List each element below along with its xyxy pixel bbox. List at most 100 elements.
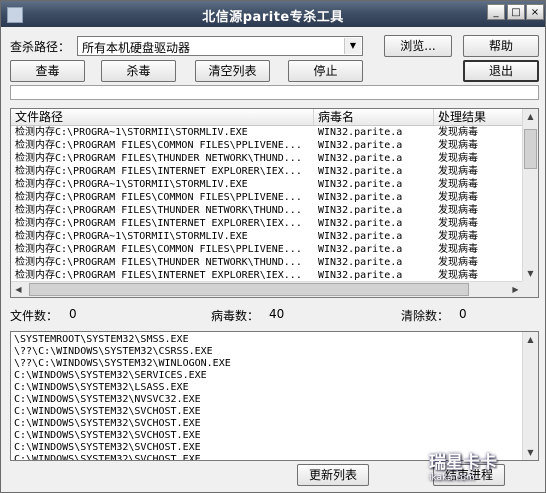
scan-progress-bar xyxy=(10,85,539,100)
title-bar[interactable]: 北信源parite专杀工具 _ □ × xyxy=(1,1,545,27)
virus-name-cell: WIN32.parite.a xyxy=(318,166,403,177)
process-list[interactable]: \SYSTEMROOT\SYSTEM32\SMSS.EXE \??\C:\WIND… xyxy=(10,331,539,461)
help-button[interactable]: 帮助 xyxy=(463,35,539,57)
table-row[interactable]: 检测内存C:\PROGRAM FILES\COMMON FILES\PPLIVE… xyxy=(11,139,523,152)
table-row[interactable]: 检测内存C:\PROGRAM FILES\THUNDER NETWORK\THU… xyxy=(11,152,523,165)
stop-button[interactable]: 停止 xyxy=(288,60,363,82)
file-path-cell: 检测内存C:\PROGRAM FILES\THUNDER NETWORK\THU… xyxy=(15,205,302,216)
scan-button[interactable]: 查毒 xyxy=(10,60,85,82)
result-cell: 发现病毒 xyxy=(438,179,478,190)
virus-count-value: 40 xyxy=(269,307,285,321)
watermark-url: ikaka.com xyxy=(429,473,475,483)
virus-name-cell: WIN32.parite.a xyxy=(318,127,403,138)
exit-button[interactable]: 退出 xyxy=(463,60,539,82)
clear-list-button[interactable]: 清空列表 xyxy=(195,60,270,82)
results-vertical-thumb[interactable] xyxy=(524,129,537,169)
table-row[interactable]: 检测内存C:\PROGRA~1\STORMII\STORMLIV.EXE WIN3… xyxy=(11,178,523,191)
result-cell: 发现病毒 xyxy=(438,218,478,229)
file-path-cell: 检测内存C:\PROGRAM FILES\COMMON FILES\PPLIVE… xyxy=(15,192,302,203)
list-item[interactable]: C:\WINDOWS\SYSTEM32\SERVICES.EXE xyxy=(14,370,231,382)
list-item[interactable]: C:\WINDOWS\SYSTEM32\NVSVC32.EXE xyxy=(14,394,231,406)
result-cell: 发现病毒 xyxy=(438,127,478,138)
file-path-cell: 检测内存C:\PROGRA~1\STORMII\STORMLIV.EXE xyxy=(15,127,248,138)
scan-path-label: 查杀路径： xyxy=(10,40,71,54)
virus-name-cell: WIN32.parite.a xyxy=(318,140,403,151)
virus-name-cell: WIN32.parite.a xyxy=(318,205,403,216)
cleaned-count-label: 清除数： xyxy=(401,309,450,323)
scroll-down-icon[interactable]: ▼ xyxy=(523,266,538,281)
virus-name-cell: WIN32.parite.a xyxy=(318,244,403,255)
result-cell: 发现病毒 xyxy=(438,140,478,151)
results-vertical-scrollbar[interactable]: ▲ ▼ xyxy=(522,109,538,281)
file-path-cell: 检测内存C:\PROGRAM FILES\THUNDER NETWORK\THU… xyxy=(15,257,302,268)
list-item[interactable]: \??\C:\WINDOWS\SYSTEM32\WINLOGON.EXE xyxy=(14,358,231,370)
maximize-button[interactable]: □ xyxy=(507,4,525,20)
file-path-cell: 检测内存C:\PROGRAM FILES\COMMON FILES\PPLIVE… xyxy=(15,140,302,151)
browse-button[interactable]: 浏览... xyxy=(384,35,452,57)
table-row[interactable]: 检测内存C:\PROGRA~1\STORMII\STORMLIV.EXE WIN3… xyxy=(11,126,523,139)
virus-name-cell: WIN32.parite.a xyxy=(318,231,403,242)
table-row[interactable]: 检测内存C:\PROGRAM FILES\INTERNET EXPLORER\I… xyxy=(11,165,523,178)
result-cell: 发现病毒 xyxy=(438,205,478,216)
scroll-up-icon[interactable]: ▲ xyxy=(523,332,538,347)
result-cell: 发现病毒 xyxy=(438,231,478,242)
virus-count-label: 病毒数： xyxy=(211,309,260,323)
kill-button[interactable]: 杀毒 xyxy=(101,60,176,82)
app-window: 北信源parite专杀工具 _ □ × 查杀路径： 所有本机硬盘驱动器 ▼ 浏览… xyxy=(0,0,546,493)
list-item[interactable]: C:\WINDOWS\SYSTEM32\SVCHOST.EXE xyxy=(14,430,231,442)
list-item[interactable]: C:\WINDOWS\SYSTEM32\SVCHOST.EXE xyxy=(14,406,231,418)
table-row[interactable]: 检测内存C:\PROGRAM FILES\COMMON FILES\PPLIVE… xyxy=(11,243,523,256)
result-cell: 发现病毒 xyxy=(438,257,478,268)
table-row[interactable]: 检测内存C:\PROGRA~1\STORMII\STORMLIV.EXE WIN3… xyxy=(11,230,523,243)
table-row[interactable]: 检测内存C:\PROGRAM FILES\THUNDER NETWORK\THU… xyxy=(11,204,523,217)
result-cell: 发现病毒 xyxy=(438,166,478,177)
file-path-cell: 检测内存C:\PROGRAM FILES\COMMON FILES\PPLIVE… xyxy=(15,244,302,255)
process-rows: \SYSTEMROOT\SYSTEM32\SMSS.EXE \??\C:\WIND… xyxy=(14,334,231,460)
results-horizontal-scrollbar[interactable]: ◀ ▶ xyxy=(11,281,523,297)
scan-path-dropdown[interactable]: 所有本机硬盘驱动器 ▼ xyxy=(77,36,363,56)
minimize-button[interactable]: _ xyxy=(487,4,505,20)
file-path-cell: 检测内存C:\PROGRAM FILES\INTERNET EXPLORER\I… xyxy=(15,166,302,177)
close-button[interactable]: × xyxy=(526,4,544,20)
results-rows: 检测内存C:\PROGRA~1\STORMII\STORMLIV.EXE WIN3… xyxy=(11,126,523,282)
scan-results-list[interactable]: 文件路径 病毒名 处理结果 检测内存C:\PROGRA~1\STORMII\ST… xyxy=(10,108,539,298)
list-item[interactable]: C:\WINDOWS\SYSTEM32\SVCHOST.EXE xyxy=(14,418,231,430)
table-row[interactable]: 检测内存C:\PROGRAM FILES\INTERNET EXPLORER\I… xyxy=(11,217,523,230)
scroll-up-icon[interactable]: ▲ xyxy=(523,109,538,124)
file-path-cell: 检测内存C:\PROGRA~1\STORMII\STORMLIV.EXE xyxy=(15,231,248,242)
list-item[interactable]: \SYSTEMROOT\SYSTEM32\SMSS.EXE xyxy=(14,334,231,346)
scan-path-value: 所有本机硬盘驱动器 xyxy=(82,41,191,55)
virus-name-cell: WIN32.parite.a xyxy=(318,192,403,203)
results-header: 文件路径 病毒名 处理结果 xyxy=(11,109,523,126)
virus-name-cell: WIN32.parite.a xyxy=(318,218,403,229)
list-item[interactable]: C:\WINDOWS\SYSTEM32\SVCHOST.EXE xyxy=(14,454,231,460)
file-path-cell: 检测内存C:\PROGRAM FILES\THUNDER NETWORK\THU… xyxy=(15,153,302,164)
list-item[interactable]: \??\C:\WINDOWS\SYSTEM32\CSRSS.EXE xyxy=(14,346,231,358)
watermark-text: 瑞星卡卡 xyxy=(429,453,497,473)
scroll-left-icon[interactable]: ◀ xyxy=(11,282,26,297)
virus-name-cell: WIN32.parite.a xyxy=(318,179,403,190)
column-virus-name[interactable]: 病毒名 xyxy=(314,109,434,125)
virus-name-cell: WIN32.parite.a xyxy=(318,153,403,164)
table-row[interactable]: 检测内存C:\PROGRAM FILES\COMMON FILES\PPLIVE… xyxy=(11,191,523,204)
result-cell: 发现病毒 xyxy=(438,192,478,203)
result-cell: 发现病毒 xyxy=(438,153,478,164)
result-cell: 发现病毒 xyxy=(438,244,478,255)
scroll-right-icon[interactable]: ▶ xyxy=(508,282,523,297)
chevron-down-icon[interactable]: ▼ xyxy=(344,38,361,54)
list-item[interactable]: C:\WINDOWS\SYSTEM32\SVCHOST.EXE xyxy=(14,442,231,454)
file-path-cell: 检测内存C:\PROGRAM FILES\INTERNET EXPLORER\I… xyxy=(15,218,302,229)
scrollbar-corner xyxy=(522,281,538,297)
list-item[interactable]: C:\WINDOWS\SYSTEM32\LSASS.EXE xyxy=(14,382,231,394)
column-result[interactable]: 处理结果 xyxy=(434,109,523,125)
file-path-cell: 检测内存C:\PROGRA~1\STORMII\STORMLIV.EXE xyxy=(15,179,248,190)
files-count-value: 0 xyxy=(69,307,77,321)
results-horizontal-thumb[interactable] xyxy=(29,283,469,296)
cleaned-count-value: 0 xyxy=(459,307,467,321)
files-count-label: 文件数： xyxy=(10,309,59,323)
column-file-path[interactable]: 文件路径 xyxy=(11,109,314,125)
table-row[interactable]: 检测内存C:\PROGRAM FILES\THUNDER NETWORK\THU… xyxy=(11,256,523,269)
watermark-logo: 瑞星卡卡 ikaka.com xyxy=(429,453,541,489)
process-vertical-scrollbar[interactable]: ▲ ▼ xyxy=(522,332,538,460)
refresh-list-button[interactable]: 更新列表 xyxy=(297,464,369,486)
